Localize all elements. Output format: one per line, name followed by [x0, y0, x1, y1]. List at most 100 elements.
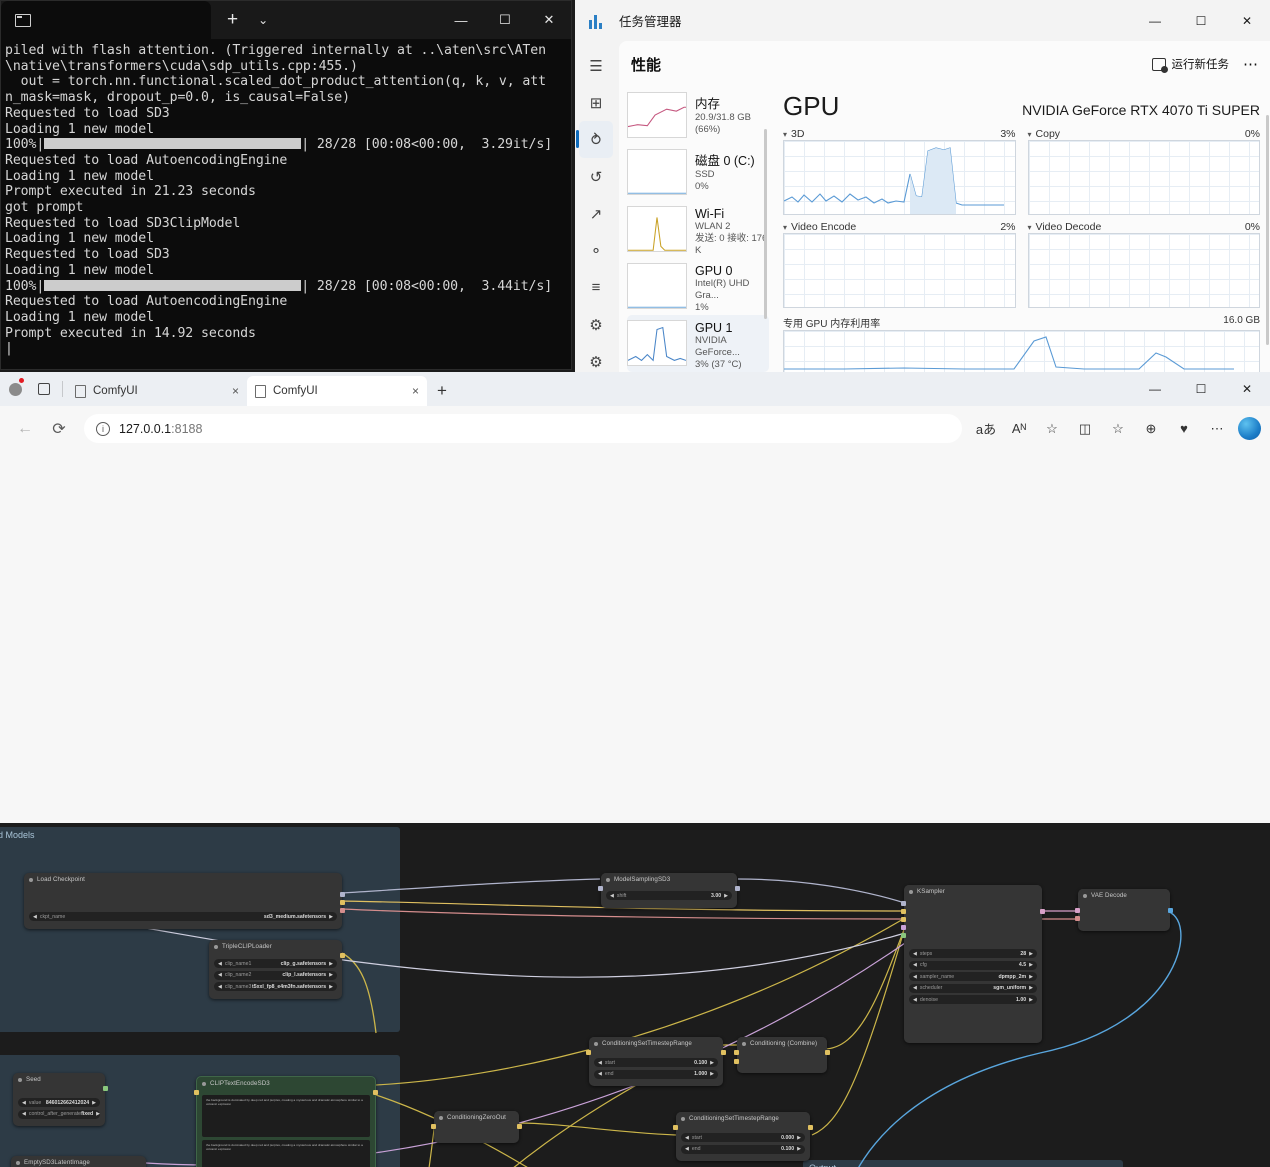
widget-denoise[interactable]: ◀ denoise 1.00 ▶ — [909, 995, 1037, 1004]
widget-prev-arrow[interactable]: ◀ — [913, 985, 917, 991]
browser-window[interactable]: ComfyUI×ComfyUI× + — ☐ ✕ ← ⟳ i 127.0.0.1… — [0, 372, 1270, 1167]
app-history-icon[interactable]: ↺ — [575, 158, 617, 195]
node-seed[interactable]: Seed ◀ value 846012662412024 ▶ ◀ control… — [13, 1073, 105, 1126]
port-seed-in[interactable] — [901, 933, 906, 938]
settings-more-icon[interactable]: ⋯ — [1202, 414, 1232, 444]
hamburger-icon[interactable]: ☰ — [575, 47, 617, 84]
node-conditioning-combine[interactable]: Conditioning (Combine) — [737, 1037, 827, 1073]
browser-tab[interactable]: ComfyUI× — [67, 376, 247, 406]
node-conditioning-set-timestep-range-upper[interactable]: ConditioningSetTimestepRange ◀ start 0.1… — [589, 1037, 723, 1086]
users-icon[interactable]: ⚬ — [575, 232, 617, 269]
port-conditioning-out[interactable] — [808, 1125, 813, 1130]
graph-label-copy[interactable]: ▾ Copy 0% — [1028, 128, 1261, 140]
device-card[interactable]: GPU 0Intel(R) UHD Gra...1% — [627, 258, 769, 315]
node-collapse-icon[interactable] — [606, 878, 610, 882]
split-screen-icon[interactable]: ◫ — [1070, 414, 1100, 444]
prompt-textarea-2[interactable]: the background is dominated by deep red … — [202, 1140, 370, 1167]
widget-next-arrow[interactable]: ▶ — [329, 961, 333, 967]
widget-next-arrow[interactable]: ▶ — [1029, 974, 1033, 980]
port-conditioning-out[interactable] — [721, 1050, 726, 1055]
device-card[interactable]: 内存20.9/31.8 GB (66%) — [627, 87, 769, 144]
widget-sampler-name[interactable]: ◀ sampler_name dpmpp_2m ▶ — [909, 972, 1037, 981]
port-conditioning-in[interactable] — [431, 1124, 436, 1129]
port-model[interactable] — [340, 892, 345, 897]
widget-next-arrow[interactable]: ▶ — [710, 1071, 714, 1077]
port-conditioning-out[interactable] — [517, 1124, 522, 1129]
tab-actions-icon[interactable] — [30, 372, 58, 406]
terminal-titlebar[interactable]: + ⌄ — ☐ ✕ — [1, 1, 571, 39]
port-negative-in[interactable] — [901, 917, 906, 922]
widget-prev-arrow[interactable]: ◀ — [913, 974, 917, 980]
comfyui-canvas[interactable]: d Models Output — [0, 823, 1270, 1167]
widget-steps[interactable]: ◀ steps 28 ▶ — [909, 949, 1037, 958]
port-latent-in[interactable] — [901, 925, 906, 930]
browser-essentials-icon[interactable]: ♥ — [1169, 414, 1199, 444]
device-card[interactable]: GPU 1NVIDIA GeForce...3% (37 °C) — [627, 315, 769, 372]
task-manager-window[interactable]: 任务管理器 — ☐ ✕ ☰⊞⥁↺↗⚬≡⚙⚙ 性能 运行新任务 ⋯ — [575, 0, 1270, 372]
reload-button[interactable]: ⟳ — [43, 413, 75, 445]
widget-next-arrow[interactable]: ▶ — [1029, 997, 1033, 1003]
task-manager-maximize-button[interactable]: ☐ — [1178, 0, 1224, 41]
port-model-in[interactable] — [598, 886, 603, 891]
widget-prev-arrow[interactable]: ◀ — [218, 984, 222, 990]
port-latent-out[interactable] — [1040, 909, 1045, 914]
browser-close-button[interactable]: ✕ — [1224, 372, 1270, 406]
widget-clip_name3[interactable]: ◀ clip_name3 t5xxl_fp8_e4m3fn.safetensor… — [214, 982, 337, 991]
node-collapse-icon[interactable] — [214, 945, 218, 949]
details-icon[interactable]: ≡ — [575, 269, 617, 306]
widget-prev-arrow[interactable]: ◀ — [685, 1135, 689, 1141]
widget-next-arrow[interactable]: ▶ — [92, 1100, 96, 1106]
widget-next-arrow[interactable]: ▶ — [710, 1060, 714, 1066]
node-triple-clip-loader[interactable]: TripleCLIPLoader ◀ clip_name1 clip_g.saf… — [209, 940, 342, 999]
node-clip-text-encode-sd3[interactable]: CLIPTextEncodeSD3 the background is domi… — [196, 1076, 376, 1167]
translate-icon[interactable]: aあ — [971, 414, 1001, 444]
new-tab-button[interactable]: + — [427, 376, 457, 406]
widget-next-arrow[interactable]: ▶ — [797, 1135, 801, 1141]
node-ksampler[interactable]: KSampler ◀ steps 28 ▶ ◀ cfg 4.5 ▶ — [904, 885, 1042, 1043]
widget-start[interactable]: ◀ start 0.000 ▶ — [681, 1133, 805, 1142]
task-manager-nav-rail[interactable]: ☰⊞⥁↺↗⚬≡⚙⚙ — [575, 41, 617, 372]
port-model-in[interactable] — [901, 901, 906, 906]
browser-tab[interactable]: ComfyUI× — [247, 376, 427, 406]
port-positive-in[interactable] — [901, 909, 906, 914]
widget-next-arrow[interactable]: ▶ — [329, 914, 333, 920]
graph-label-video-decode[interactable]: ▾ Video Decode 0% — [1028, 221, 1261, 233]
terminal-minimize-button[interactable]: — — [439, 1, 483, 39]
browser-minimize-button[interactable]: — — [1132, 372, 1178, 406]
node-conditioning-set-timestep-range-lower[interactable]: ConditioningSetTimestepRange ◀ start 0.0… — [676, 1112, 810, 1161]
widget-next-arrow[interactable]: ▶ — [1029, 951, 1033, 957]
port-samples-in[interactable] — [1075, 908, 1080, 913]
services-icon[interactable]: ⚙ — [575, 306, 617, 343]
settings-icon[interactable]: ⚙ — [575, 343, 617, 372]
port-clip-out[interactable] — [340, 953, 345, 958]
favorite-icon[interactable]: ☆ — [1037, 414, 1067, 444]
performance-device-list[interactable]: 内存20.9/31.8 GB (66%)磁盘 0 (C:)SSD0%Wi-FiW… — [619, 87, 769, 372]
widget-next-arrow[interactable]: ▶ — [797, 1146, 801, 1152]
node-collapse-icon[interactable] — [202, 1082, 206, 1086]
node-vae-decode[interactable]: VAE Decode — [1078, 889, 1170, 931]
widget-prev-arrow[interactable]: ◀ — [610, 893, 614, 899]
add-to-collection-icon[interactable]: ⊕ — [1136, 414, 1166, 444]
task-manager-minimize-button[interactable]: — — [1132, 0, 1178, 41]
widget-shift[interactable]: ◀ shift 3.00 ▶ — [606, 891, 732, 900]
site-info-icon[interactable]: i — [96, 422, 110, 436]
node-collapse-icon[interactable] — [594, 1042, 598, 1046]
node-empty-sd3-latent-image[interactable]: EmptySD3LatentImage ◀ width 1024 ▶ ◀ hei… — [11, 1156, 146, 1167]
port-model-out[interactable] — [735, 886, 740, 891]
port-vae-in[interactable] — [1075, 916, 1080, 921]
port-conditioning-in-2[interactable] — [734, 1059, 739, 1064]
node-model-sampling-sd3[interactable]: ModelSamplingSD3 ◀ shift 3.00 ▶ — [601, 873, 737, 908]
graph-label-video-encode[interactable]: ▾ Video Encode 2% — [783, 221, 1016, 233]
widget-prev-arrow[interactable]: ◀ — [218, 961, 222, 967]
prompt-textarea-1[interactable]: the background is dominated by deep red … — [202, 1095, 370, 1137]
node-conditioning-zero-out[interactable]: ConditioningZeroOut — [434, 1111, 519, 1143]
node-collapse-icon[interactable] — [1083, 894, 1087, 898]
processes-icon[interactable]: ⊞ — [575, 84, 617, 121]
task-manager-titlebar[interactable]: 任务管理器 — ☐ ✕ — [575, 0, 1270, 41]
tab-close-icon[interactable]: × — [232, 384, 239, 398]
browser-tab-strip[interactable]: ComfyUI×ComfyUI× + — ☐ ✕ — [0, 372, 1270, 406]
browser-action-icons[interactable]: aあAᴺ☆◫☆⊕♥⋯ — [971, 414, 1232, 444]
widget-control-after-generate[interactable]: ◀ control_after_generate fixed ▶ — [18, 1110, 100, 1119]
widget-clip_name2[interactable]: ◀ clip_name2 clip_l.safetensors ▶ — [214, 971, 337, 980]
widget-seed-value[interactable]: ◀ value 846012662412024 ▶ — [18, 1098, 100, 1107]
